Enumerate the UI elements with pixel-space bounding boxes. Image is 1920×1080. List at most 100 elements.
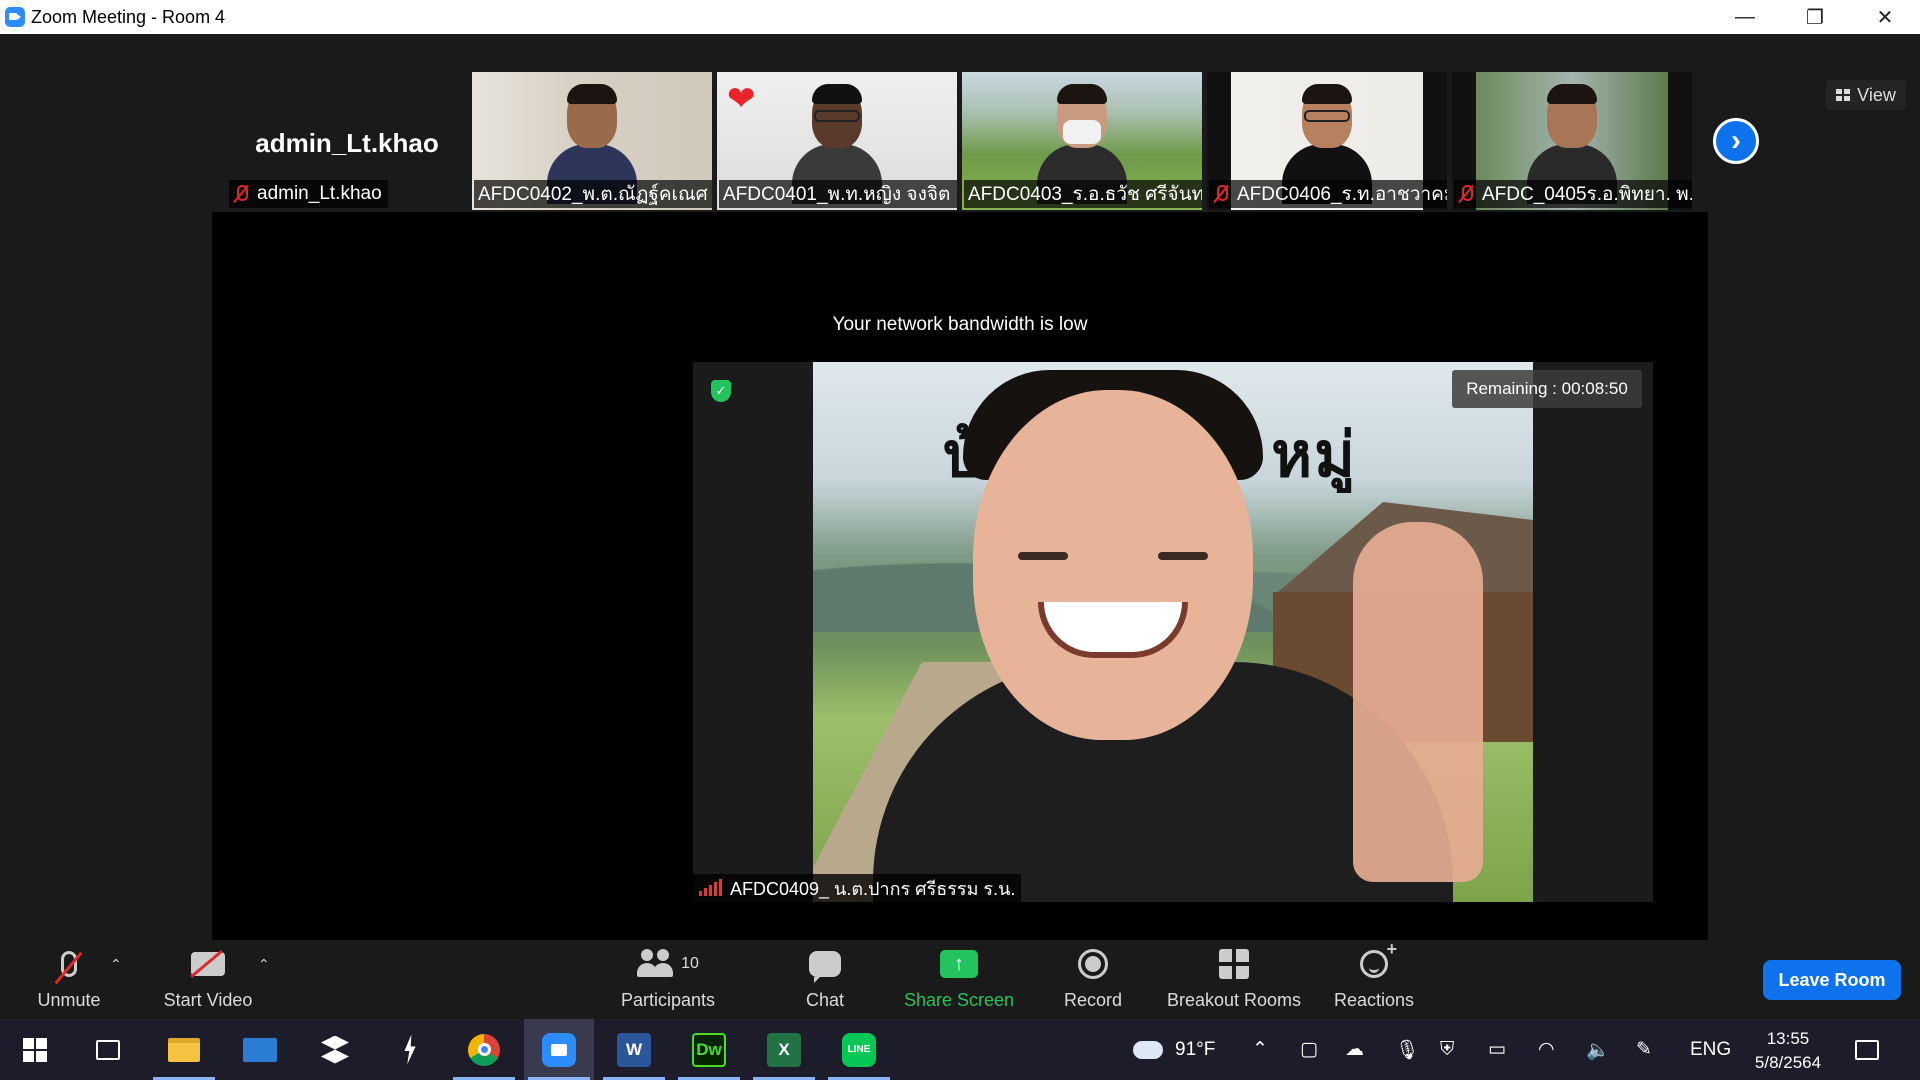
windows-icon (23, 1037, 47, 1062)
speaker-video-feed: บ้านพัฒนา หมู่ (813, 362, 1533, 902)
breakout-rooms-button[interactable]: Breakout Rooms (1162, 940, 1306, 1019)
weather-icon (1133, 1040, 1163, 1059)
active-speaker-video[interactable]: ✓ บ้านพัฒนา หมู่ Remaining : 00:08:50 AF… (693, 362, 1653, 902)
meet-now-icon[interactable]: ▢ (1300, 1019, 1318, 1080)
share-screen-label: Share Screen (903, 990, 1015, 1010)
signal-strength-icon (699, 879, 722, 896)
chevron-up-icon[interactable]: ⌃ (110, 956, 122, 973)
participant-name-tag: AFDC0403_ร.อ.ธวัช ศรีจันทร์_ (964, 180, 1202, 208)
microphone-icon[interactable]: 🎙 (1395, 1019, 1419, 1080)
weather-widget[interactable]: 91°F (1133, 1019, 1215, 1080)
volume-icon[interactable]: 🔈 (1586, 1019, 1610, 1080)
view-button[interactable]: View (1826, 80, 1906, 110)
dropbox-button[interactable] (300, 1019, 370, 1080)
zoom-app-icon (5, 7, 25, 27)
participant-name: AFDC0401_พ.ท.หญิง จงจิต ... (723, 184, 957, 205)
main-video-panel: Your network bandwidth is low ✓ บ้านพัฒน… (212, 212, 1708, 974)
leave-room-button[interactable]: Leave Room (1763, 960, 1901, 1000)
mail-icon (243, 1037, 277, 1062)
heart-reaction-icon: ❤ (727, 80, 756, 118)
reactions-button[interactable]: Reactions (1330, 939, 1418, 1019)
chrome-button[interactable] (449, 1019, 519, 1080)
system-clock[interactable]: 13:55 5/8/2564 (1738, 1027, 1838, 1075)
view-label: View (1857, 84, 1896, 105)
restore-button[interactable]: ❐ (1780, 0, 1850, 34)
clock-date: 5/8/2564 (1754, 1053, 1822, 1072)
participant-name-tag: AFDC0401_พ.ท.หญิง จงจิต ... (719, 180, 957, 208)
muted-microphone-icon (61, 951, 77, 977)
security-icon[interactable]: ⛨ (1440, 1019, 1454, 1080)
task-view-icon (96, 1039, 120, 1060)
chat-label: Chat (805, 990, 845, 1010)
reactions-label: Reactions (1333, 990, 1415, 1010)
app-button[interactable] (375, 1019, 445, 1080)
dreamweaver-button[interactable]: Dw (674, 1019, 744, 1080)
record-button[interactable]: Record (1056, 940, 1130, 1019)
mail-button[interactable] (225, 1019, 295, 1080)
muted-mic-icon (1213, 184, 1229, 204)
line-button[interactable]: LINE (824, 1019, 894, 1080)
record-label: Record (1063, 990, 1123, 1010)
close-button[interactable]: ✕ (1850, 0, 1920, 34)
participants-label: Participants (620, 990, 716, 1010)
participant-name-tag: AFDC0402_พ.ต.ณัฏฐ์คเณศ ... (474, 180, 712, 208)
chevron-up-icon[interactable]: ⌃ (258, 956, 270, 973)
participant-thumbnail[interactable]: ❤ AFDC0401_พ.ท.หญิง จงจิต ... (717, 72, 957, 210)
share-screen-button[interactable]: ↑ Share Screen (902, 940, 1016, 1019)
breakout-rooms-label: Breakout Rooms (1166, 990, 1302, 1010)
chevron-right-icon[interactable]: › (1713, 118, 1759, 164)
video-off-icon (191, 952, 225, 976)
meeting-stage: admin_Lt.khao admin_Lt.khao AFDC0402_พ.ต… (0, 34, 1920, 974)
windows-taskbar: W Dw X LINE 91°F ⌃ ▢ ☁ 🎙 ⛨ ▭ ◠ 🔈 ✎ ENG 1… (0, 1019, 1920, 1080)
word-icon: W (617, 1032, 651, 1067)
remaining-time-badge: Remaining : 00:08:50 (1452, 370, 1642, 408)
dropbox-icon (321, 1035, 349, 1064)
record-icon (1078, 949, 1108, 979)
folder-icon (168, 1037, 200, 1062)
task-view-button[interactable] (73, 1019, 143, 1080)
start-button[interactable] (0, 1019, 70, 1080)
participant-name: AFDC0406_ร.ท.อาชวาคม... (1237, 184, 1447, 205)
unmute-label: Unmute (37, 990, 101, 1010)
chevron-up-icon[interactable]: ⌃ (1252, 1019, 1268, 1080)
reactions-icon (1360, 939, 1397, 978)
battery-icon[interactable]: ▭ (1488, 1019, 1506, 1080)
chat-icon (809, 951, 841, 983)
zoom-taskbar-button[interactable] (524, 1019, 594, 1080)
weather-temperature: 91°F (1175, 1038, 1216, 1060)
notifications-icon[interactable] (1855, 1019, 1879, 1080)
file-explorer-button[interactable] (149, 1019, 219, 1080)
start-video-button[interactable]: Start Video (158, 940, 258, 1019)
excel-button[interactable]: X (749, 1019, 819, 1080)
participant-thumbnail[interactable]: AFDC0403_ร.อ.ธวัช ศรีจันทร์_ (962, 72, 1202, 210)
word-button[interactable]: W (599, 1019, 669, 1080)
wifi-icon[interactable]: ◠ (1538, 1019, 1555, 1080)
excel-icon: X (767, 1032, 801, 1067)
lightning-icon (404, 1034, 416, 1065)
line-icon: LINE (842, 1032, 876, 1067)
self-name-tag: admin_Lt.khao (229, 180, 388, 208)
participants-icon (637, 949, 675, 979)
chat-button[interactable]: Chat (795, 940, 855, 1019)
speaker-name: AFDC0409_ น.ต.ปากร ศรีธรรม ร.น. (730, 878, 1016, 899)
muted-mic-icon (1458, 184, 1474, 204)
unmute-button[interactable]: Unmute (28, 940, 110, 1019)
grid-view-icon (1836, 89, 1851, 101)
onedrive-icon[interactable]: ☁ (1345, 1019, 1364, 1080)
participants-button[interactable]: 10 Participants (615, 940, 721, 1019)
self-video-tile[interactable]: admin_Lt.khao admin_Lt.khao (227, 72, 467, 210)
participant-thumbnail[interactable]: AFDC0402_พ.ต.ณัฏฐ์คเณศ ... (472, 72, 712, 210)
start-video-label: Start Video (163, 990, 253, 1010)
self-name-label: admin_Lt.khao (257, 183, 382, 204)
window-title: Zoom Meeting - Room 4 (31, 6, 226, 27)
language-indicator[interactable]: ENG (1690, 1019, 1731, 1080)
pen-icon[interactable]: ✎ (1636, 1019, 1652, 1080)
participant-thumbnail[interactable]: AFDC0406_ร.ท.อาชวาคม... (1207, 72, 1447, 210)
title-bar: Zoom Meeting - Room 4 — ❐ ✕ (0, 0, 1920, 34)
participant-name-tag: AFDC_0405ร.อ.พิทยา. พ... (1454, 180, 1692, 208)
participant-name: AFDC0403_ร.อ.ธวัช ศรีจันทร์_ (968, 184, 1202, 205)
zoom-icon (542, 1032, 576, 1067)
participant-thumbnail[interactable]: AFDC_0405ร.อ.พิทยา. พ... (1452, 72, 1692, 210)
muted-mic-icon (233, 184, 249, 204)
minimize-button[interactable]: — (1710, 0, 1780, 34)
